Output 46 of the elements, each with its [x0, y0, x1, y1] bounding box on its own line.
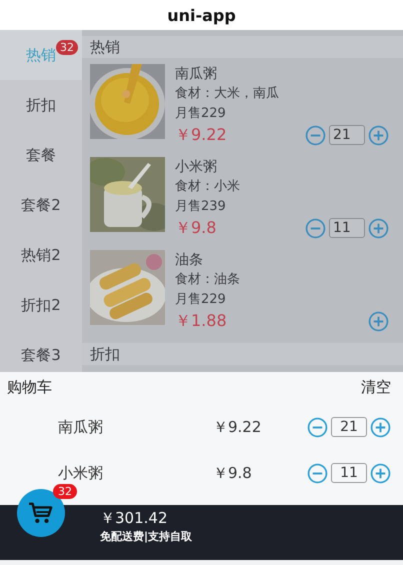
sales-text: 月售229 [175, 291, 227, 309]
category-tab[interactable]: 热销2 [0, 230, 82, 280]
category-tab[interactable]: 套餐2 [0, 180, 82, 230]
cart-icon [28, 501, 54, 525]
count-badge: 32 [56, 40, 78, 55]
minus-button[interactable] [307, 462, 328, 484]
section-title: 热销 [90, 38, 120, 56]
cart-item-price: ￥9.22 [212, 418, 262, 436]
plus-button[interactable] [370, 416, 391, 438]
minus-button[interactable] [307, 416, 328, 438]
plus-button[interactable] [370, 462, 391, 484]
window-title: uni-app [167, 6, 236, 24]
cart-item-price: ￥9.8 [212, 464, 253, 482]
section-title: 折扣 [90, 344, 120, 364]
category-tab[interactable]: 热销 32 [0, 30, 82, 80]
ingredients-text: 食材：大米，南瓜 [175, 85, 280, 103]
quantity-field[interactable]: 11 [331, 463, 367, 483]
count-badge: 32 [53, 484, 77, 499]
product-name: 小米粥 [175, 158, 218, 177]
category-tab[interactable]: 折扣 [0, 80, 82, 130]
total-price: ￥301.42 [100, 508, 168, 528]
product-price: ￥9.22 [175, 124, 227, 146]
delivery-note: 免配送费|支持自取 [100, 529, 192, 545]
product-name: 油条 [175, 251, 204, 270]
category-tab[interactable]: 套餐3 [0, 330, 82, 372]
minus-button[interactable] [305, 124, 326, 146]
cart-item-name: 小米粥 [57, 464, 104, 482]
cart-item-name: 南瓜粥 [57, 418, 104, 436]
sales-text: 月售229 [175, 105, 227, 123]
clear-link[interactable]: 清空 [361, 378, 391, 404]
cart-title: 购物车 [7, 378, 52, 398]
plus-button[interactable] [368, 310, 389, 332]
category-tab[interactable]: 折扣2 [0, 280, 82, 330]
product-name: 南瓜粥 [175, 65, 218, 84]
quantity-field[interactable]: 21 [331, 417, 367, 437]
product-price: ￥1.88 [175, 310, 227, 332]
quantity-field[interactable]: 11 [329, 218, 365, 238]
ingredients-text: 食材：小米 [175, 178, 241, 196]
product-price: ￥9.8 [175, 217, 216, 239]
minus-button[interactable] [305, 218, 326, 238]
quantity-field[interactable]: 21 [329, 125, 365, 145]
plus-button[interactable] [368, 124, 389, 146]
ingredients-text: 食材：油条 [175, 271, 241, 289]
sales-text: 月售239 [175, 198, 227, 216]
category-tab[interactable]: 套餐 [0, 130, 82, 180]
plus-button[interactable] [368, 218, 389, 238]
